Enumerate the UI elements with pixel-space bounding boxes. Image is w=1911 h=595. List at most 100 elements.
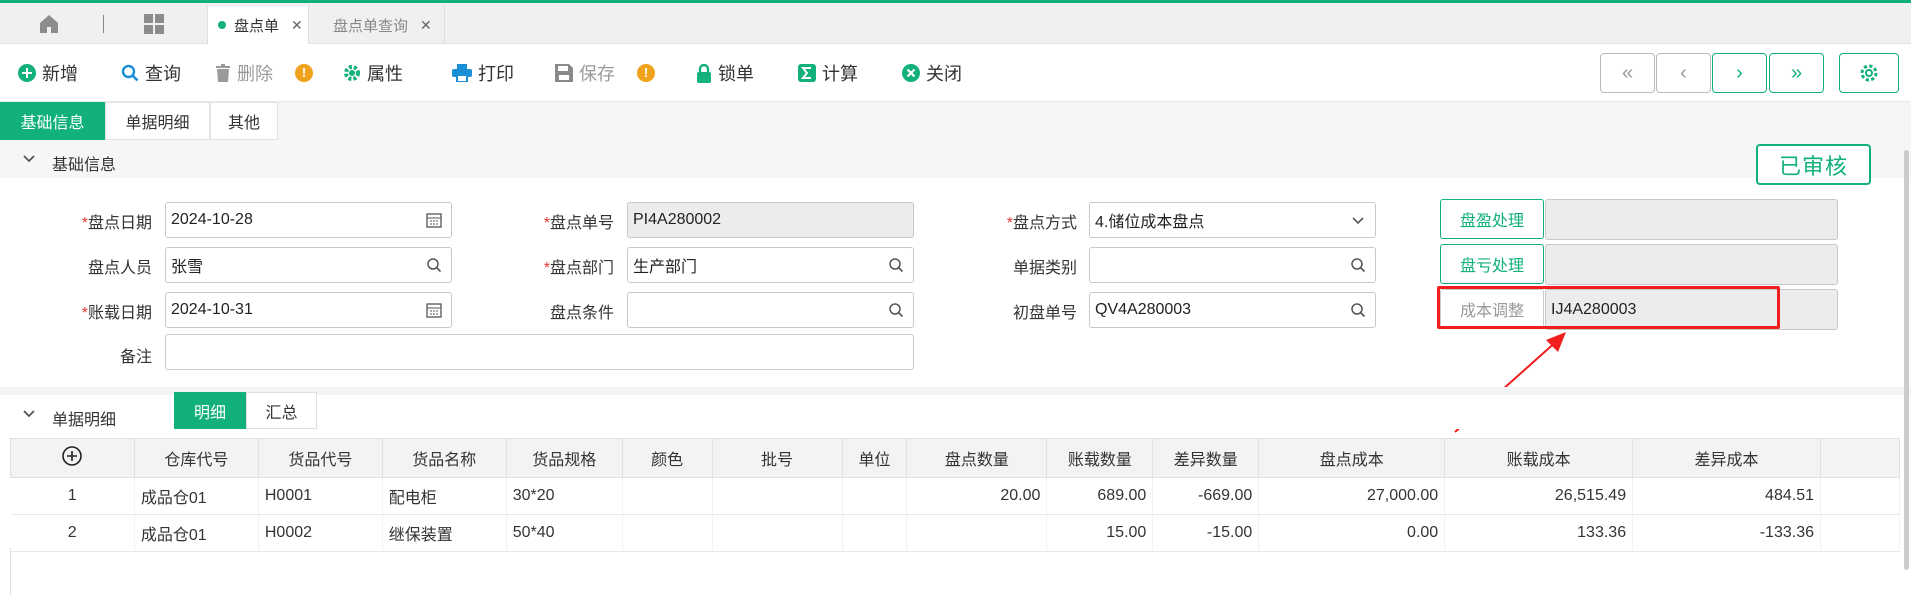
column-header[interactable]: 账载数量 <box>1046 438 1154 478</box>
condition-label: 盘点条件 <box>549 305 614 322</box>
cell-item-code[interactable]: H0001 <box>258 477 383 515</box>
add-button[interactable]: 新增 <box>18 60 78 86</box>
tab-basic-info[interactable]: 基础信息 <box>0 102 105 140</box>
first-no-value: QV4A280003 <box>1095 301 1192 318</box>
column-header[interactable]: 账载成本 <box>1444 438 1634 478</box>
loss-process-button[interactable]: 盘亏处理 <box>1440 244 1544 284</box>
cell-item-name[interactable]: 配电柜 <box>382 477 507 515</box>
save-icon <box>555 64 573 82</box>
cell-batch[interactable] <box>712 477 843 515</box>
cell-color[interactable] <box>622 477 713 515</box>
method-label: *盘点方式 <box>1006 215 1077 232</box>
inventory-date-field[interactable]: 2024-10-28 <box>165 202 452 238</box>
column-header[interactable]: 批号 <box>711 438 843 478</box>
book-date-field[interactable]: 2024-10-31 <box>165 292 452 328</box>
search-icon[interactable] <box>1350 302 1366 318</box>
cell-color[interactable] <box>622 514 713 552</box>
close-icon[interactable]: ✕ <box>291 17 303 34</box>
column-header[interactable]: 货品规格 <box>505 438 623 478</box>
dept-field[interactable]: 生产部门 <box>627 247 914 283</box>
calendar-icon[interactable] <box>426 302 442 318</box>
column-header[interactable]: 差异成本 <box>1632 438 1821 478</box>
last-record-button[interactable]: » <box>1769 53 1824 93</box>
save-button[interactable]: 保存 ! <box>555 60 655 86</box>
cell-book-qty[interactable]: 689.00 <box>1046 477 1154 515</box>
cell-item-spec[interactable]: 50*40 <box>506 514 623 552</box>
dept-value: 生产部门 <box>633 259 698 276</box>
column-header[interactable]: 盘点数量 <box>906 438 1048 478</box>
column-header[interactable]: 仓库代号 <box>133 438 259 478</box>
remark-field[interactable] <box>165 334 914 370</box>
cell-diff-qty[interactable]: -15.00 <box>1152 514 1260 552</box>
search-icon[interactable] <box>426 257 442 273</box>
cell-batch[interactable] <box>712 514 843 552</box>
column-header[interactable]: 盘点成本 <box>1258 438 1446 478</box>
cell-warehouse[interactable]: 成品仓01 <box>134 514 259 552</box>
inventory-date-value: 2024-10-28 <box>171 211 253 228</box>
calculate-button[interactable]: 计算 <box>798 60 858 86</box>
first-no-field[interactable]: QV4A280003 <box>1089 292 1376 328</box>
close-icon[interactable]: ✕ <box>420 17 432 34</box>
cell-diff-cost[interactable]: 484.51 <box>1632 477 1821 515</box>
cell-count-cost[interactable]: 0.00 <box>1258 514 1446 552</box>
close-label: 关闭 <box>926 64 962 84</box>
settings-button[interactable] <box>1839 53 1899 93</box>
cell-unit[interactable] <box>842 514 908 552</box>
surplus-doc-field[interactable] <box>1545 199 1838 240</box>
table-row[interactable]: 1 成品仓01 H0001 配电柜 30*20 20.00 689.00 -66… <box>10 477 1901 515</box>
close-button[interactable]: 关闭 <box>902 60 962 86</box>
delete-button[interactable]: 删除 ! <box>215 60 313 86</box>
cell-diff-qty[interactable]: -669.00 <box>1152 477 1260 515</box>
loss-doc-field[interactable] <box>1545 244 1838 285</box>
column-header[interactable]: 单位 <box>841 438 908 478</box>
column-header[interactable]: 颜色 <box>621 438 713 478</box>
column-header[interactable]: 货品名称 <box>381 438 507 478</box>
tab-inventory-sheet[interactable]: 盘点单 ✕ <box>207 6 309 44</box>
next-record-button[interactable]: › <box>1712 53 1767 93</box>
tab-detail[interactable]: 单据明细 <box>105 102 210 140</box>
doc-type-field[interactable] <box>1089 247 1376 283</box>
search-icon[interactable] <box>888 257 904 273</box>
first-record-button[interactable]: « <box>1600 53 1655 93</box>
person-field[interactable]: 张雪 <box>165 247 452 283</box>
cell-item-spec[interactable]: 30*20 <box>506 477 623 515</box>
condition-field[interactable] <box>627 292 914 328</box>
view-summary-button[interactable]: 汇总 <box>246 392 317 429</box>
cell-item-code[interactable]: H0002 <box>258 514 383 552</box>
cell-count-cost[interactable]: 27,000.00 <box>1258 477 1446 515</box>
view-detail-button[interactable]: 明细 <box>174 392 246 429</box>
cell-item-name[interactable]: 继保装置 <box>382 514 507 552</box>
cell-unit[interactable] <box>842 477 908 515</box>
cell-book-cost[interactable]: 133.36 <box>1444 514 1634 552</box>
add-row-button[interactable] <box>10 438 135 478</box>
basic-info-header[interactable]: 基础信息 <box>0 140 1911 178</box>
tab-other[interactable]: 其他 <box>210 102 278 140</box>
search-icon[interactable] <box>888 302 904 318</box>
home-icon[interactable] <box>38 13 60 35</box>
column-header[interactable]: 差异数量 <box>1152 438 1260 478</box>
grid-icon[interactable] <box>143 13 165 35</box>
cell-diff-cost[interactable]: -133.36 <box>1632 514 1821 552</box>
cell-empty <box>1820 514 1901 552</box>
cell-count-qty[interactable] <box>906 514 1048 552</box>
cell-warehouse[interactable]: 成品仓01 <box>134 477 259 515</box>
vertical-scrollbar[interactable] <box>1904 150 1909 570</box>
lock-button[interactable]: 锁单 <box>696 60 754 86</box>
form-tabs: 基础信息 单据明细 其他 <box>0 102 1911 140</box>
prev-record-button[interactable]: ‹ <box>1656 53 1711 93</box>
cell-book-cost[interactable]: 26,515.49 <box>1444 477 1634 515</box>
calendar-icon[interactable] <box>426 212 442 228</box>
status-badge: 已审核 <box>1756 144 1871 185</box>
surplus-process-button[interactable]: 盘盈处理 <box>1440 199 1544 239</box>
query-button[interactable]: 查询 <box>121 60 181 86</box>
column-header[interactable]: 货品代号 <box>257 438 383 478</box>
print-button[interactable]: 打印 <box>452 60 514 86</box>
tab-inventory-query[interactable]: 盘点单查询 ✕ <box>309 6 445 44</box>
cell-book-qty[interactable]: 15.00 <box>1046 514 1154 552</box>
method-select[interactable]: 4.储位成本盘点 <box>1089 202 1376 238</box>
search-icon[interactable] <box>1350 257 1366 273</box>
table-row[interactable]: 2 成品仓01 H0002 继保装置 50*40 15.00 -15.00 0.… <box>10 514 1901 552</box>
inventory-no-field[interactable]: PI4A280002 <box>627 202 914 238</box>
properties-button[interactable]: 属性 <box>343 60 403 86</box>
cell-count-qty[interactable]: 20.00 <box>906 477 1048 515</box>
